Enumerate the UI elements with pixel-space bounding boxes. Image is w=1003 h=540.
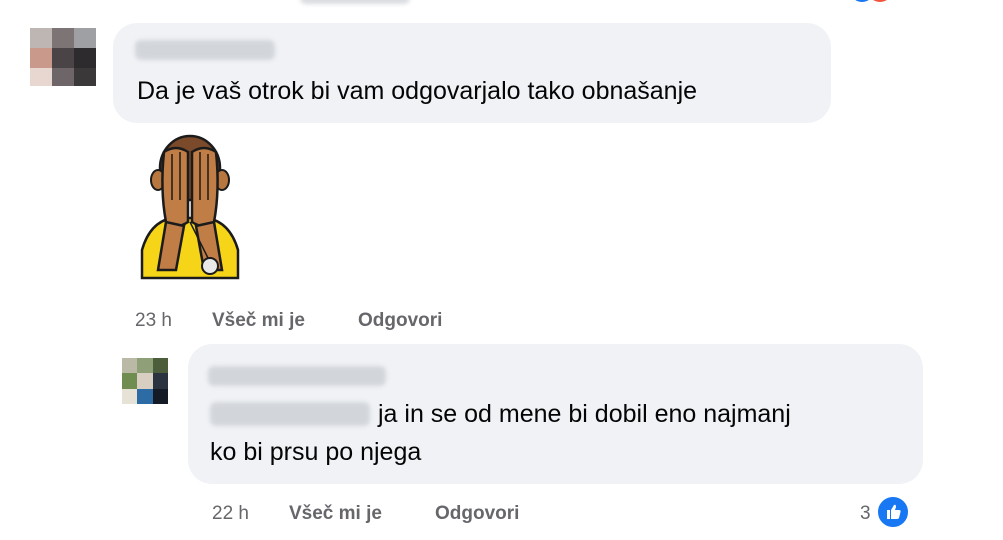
comment-text: Da je vaš otrok bi vam odgovarjalo tako … — [137, 77, 698, 105]
reply-label[interactable]: Odgovori — [435, 503, 519, 524]
reply-link[interactable]: Odgovori — [358, 310, 442, 332]
like-label[interactable]: Všeč mi je — [212, 310, 305, 331]
avatar[interactable] — [30, 28, 96, 86]
reaction-summary[interactable]: 3 — [860, 495, 920, 531]
haha-reaction-icon — [868, 0, 892, 2]
reply-link[interactable]: Odgovori — [435, 503, 519, 525]
top-reaction-row: 1 — [820, 0, 930, 10]
reply-text-line-1: ja in se od mene bi dobil eno najmanj — [378, 400, 791, 428]
reply-label[interactable]: Odgovori — [358, 310, 442, 331]
reply-time[interactable]: 22 h — [212, 503, 249, 525]
like-link[interactable]: Všeč mi je — [289, 503, 382, 525]
faded-partial-text — [300, 0, 410, 4]
reaction-count: 1 — [828, 0, 839, 4]
like-reaction-icon — [850, 0, 874, 2]
mention-tag-blurred[interactable] — [210, 402, 370, 426]
like-label[interactable]: Všeč mi je — [289, 503, 382, 524]
avatar[interactable] — [122, 358, 168, 404]
face-palm-sticker — [132, 130, 247, 290]
reply-text-line-2: ko bi prsu po njega — [210, 438, 422, 466]
comment-time[interactable]: 23 h — [135, 310, 172, 332]
author-name-blurred[interactable] — [208, 366, 386, 386]
like-link[interactable]: Všeč mi je — [212, 310, 305, 332]
comment-bubble: Da je vaš otrok bi vam odgovarjalo tako … — [113, 23, 831, 123]
author-name-blurred[interactable] — [135, 40, 275, 60]
reaction-count: 3 — [860, 503, 871, 524]
like-reaction-icon — [876, 495, 910, 529]
reply-bubble: ja in se od mene bi dobil eno najmanj ko… — [188, 344, 923, 484]
